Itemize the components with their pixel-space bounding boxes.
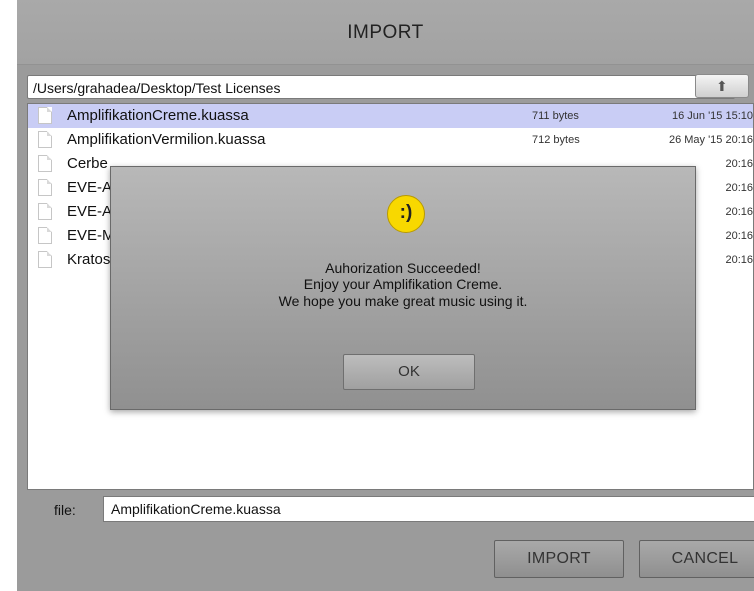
file-date: 20:16 (725, 158, 753, 170)
file-name: Kratos (67, 251, 111, 268)
document-icon (38, 179, 52, 196)
file-date: 16 Jun '15 15:10 (671, 110, 753, 122)
file-name: Cerbe (67, 155, 108, 172)
document-icon (38, 203, 52, 220)
document-icon (38, 107, 52, 124)
file-name-input[interactable] (103, 496, 754, 522)
document-icon (38, 251, 52, 268)
import-button[interactable]: IMPORT (494, 540, 624, 578)
file-name: EVE-A (67, 179, 113, 196)
cancel-button[interactable]: CANCEL (639, 540, 754, 578)
ok-button[interactable]: OK (343, 354, 475, 390)
file-row[interactable]: AmplifikationVermilion.kuassa 712 bytes … (28, 128, 753, 152)
file-name: EVE-M (67, 227, 115, 244)
file-name: EVE-A (67, 203, 113, 220)
alert-message-line: We hope you make great music using it. (278, 293, 528, 309)
path-selector[interactable]: /Users/grahadea/Desktop/Test Licenses ▲▼ (27, 75, 735, 99)
path-text: /Users/grahadea/Desktop/Test Licenses (33, 80, 281, 96)
file-date: 20:16 (725, 230, 753, 242)
file-date: 20:16 (725, 254, 753, 266)
title-bar: IMPORT (17, 0, 754, 65)
document-icon (38, 227, 52, 244)
file-date: 20:16 (725, 182, 753, 194)
file-date: 26 May '15 20:16 (668, 134, 753, 146)
document-icon (38, 155, 52, 172)
parent-folder-button[interactable]: ⬆ (695, 74, 749, 98)
file-label: file: (54, 502, 76, 518)
alert-message-line: Enjoy your Amplifikation Creme. (303, 276, 503, 292)
document-icon (38, 131, 52, 148)
file-size: 711 bytes (532, 110, 579, 122)
file-size: 712 bytes (532, 134, 580, 146)
file-row[interactable]: AmplifikationCreme.kuassa 711 bytes 16 J… (28, 104, 753, 128)
alert-title: Auhorization Succeeded! (325, 260, 481, 276)
file-name: AmplifikationVermilion.kuassa (67, 131, 266, 148)
file-date: 20:16 (725, 206, 753, 218)
up-arrow-icon: ⬆ (716, 78, 728, 94)
smiley-icon: :) (387, 195, 425, 233)
dialog-title: IMPORT (347, 22, 424, 43)
file-name: AmplifikationCreme.kuassa (67, 107, 249, 124)
authorization-alert: :) Auhorization Succeeded! Enjoy your Am… (110, 166, 696, 410)
